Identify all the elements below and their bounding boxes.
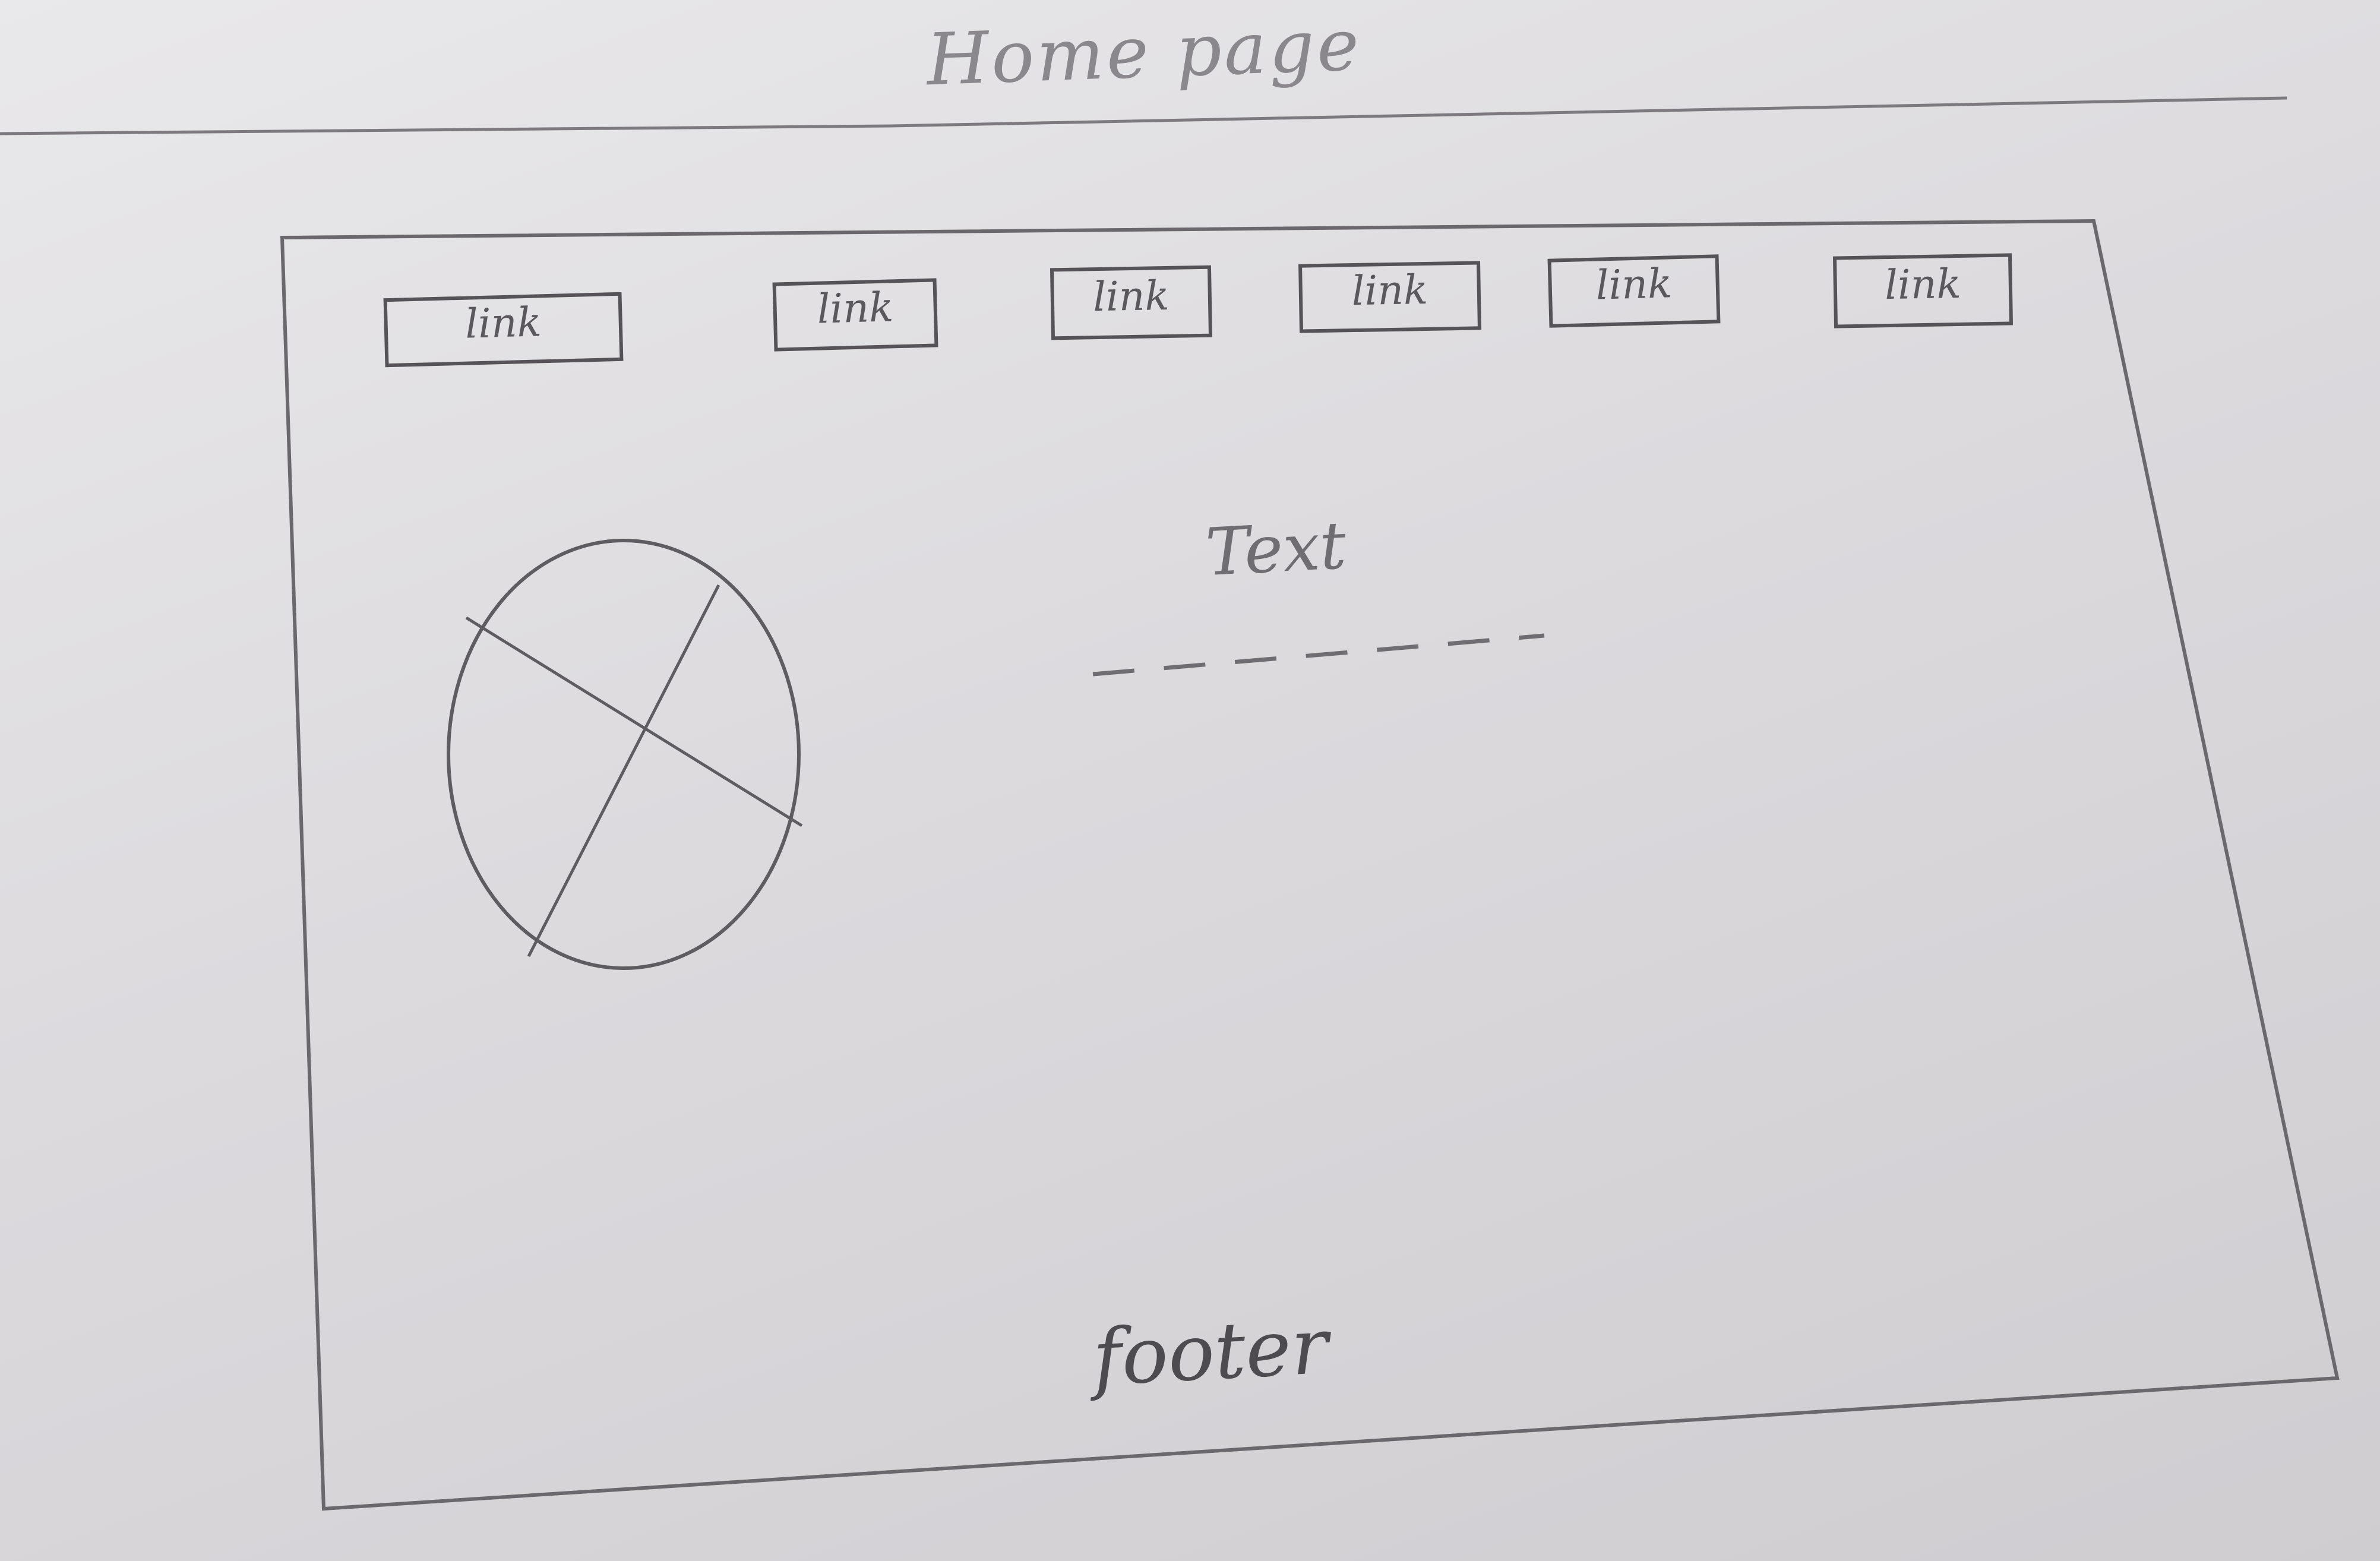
nav-link-6[interactable]: link — [1835, 260, 2011, 309]
image-placeholder — [447, 539, 801, 970]
nav-link-4[interactable]: link — [1300, 266, 1479, 315]
title-divider — [0, 96, 2287, 135]
image-placeholder-cross-1 — [465, 616, 803, 827]
nav-link-2[interactable]: link — [775, 283, 936, 334]
footer-text: footer — [1091, 1300, 1330, 1404]
image-placeholder-cross-2 — [527, 584, 720, 958]
nav-link-3[interactable]: link — [1052, 272, 1210, 322]
text-dash-line — [1092, 633, 1545, 677]
nav-link-5[interactable]: link — [1550, 259, 1718, 310]
content-text: Text — [1203, 507, 1348, 591]
nav-link-1[interactable]: link — [385, 297, 621, 350]
paper-background: Home page link link link link link link … — [0, 0, 2380, 1561]
